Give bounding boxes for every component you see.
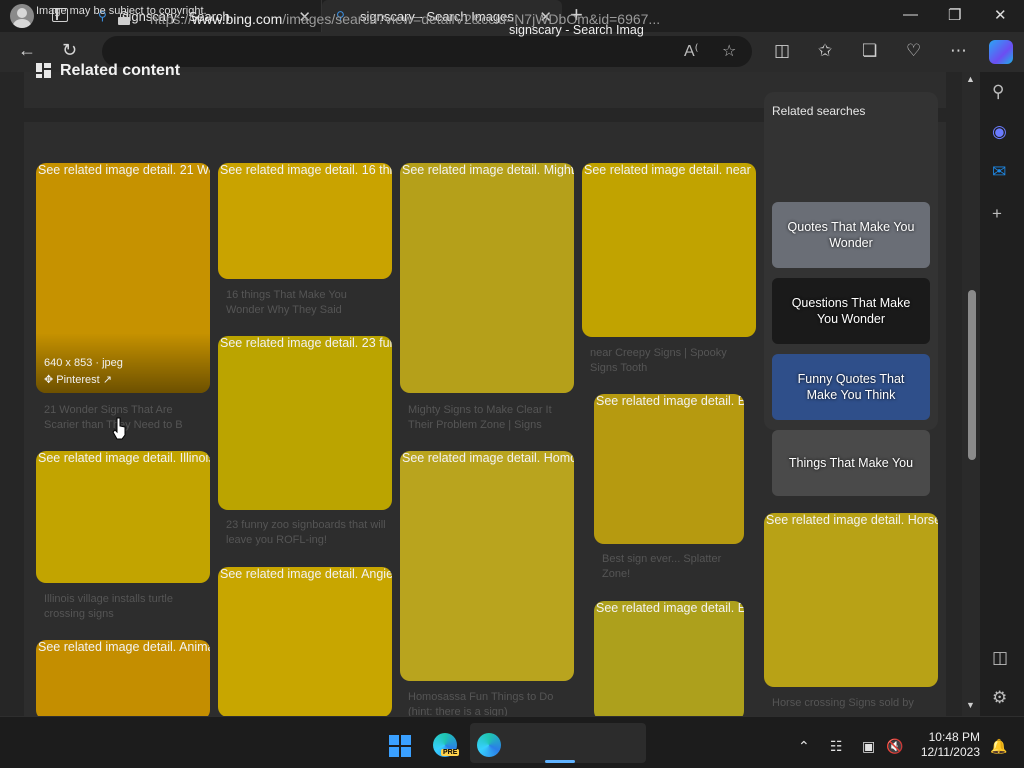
image-caption[interactable]: 23 funny zoo signboards that will leave … bbox=[226, 518, 386, 548]
refresh-icon[interactable]: ↻ bbox=[62, 40, 77, 61]
related-image-tile[interactable]: See related image detail. Angier Photos … bbox=[218, 567, 392, 717]
more-menu-icon[interactable]: ⋯ bbox=[950, 41, 967, 61]
image-alt-text: See related image detail. Mighty bbox=[402, 163, 574, 177]
related-search-item[interactable]: Funny Quotes That Make You Think bbox=[772, 354, 930, 420]
hide-sidebar-icon[interactable]: ◫ bbox=[992, 648, 1008, 668]
edge-app-icon bbox=[477, 733, 501, 757]
image-alt-text: See related image detail. Animal Ark New… bbox=[38, 640, 210, 654]
related-image-tile[interactable]: See related image detail. Mighty bbox=[400, 163, 574, 393]
related-image-tile[interactable]: See related image detail. Animal Ark New… bbox=[36, 640, 210, 720]
scroll-up-icon[interactable]: ▲ bbox=[966, 74, 975, 84]
related-search-item[interactable]: Questions That Make You Wonder bbox=[772, 278, 930, 344]
related-image-tile[interactable]: See related image detail. Horse bbox=[764, 513, 938, 687]
notification-bell-icon[interactable]: 🔔 bbox=[990, 738, 1007, 755]
browser-essentials-icon[interactable]: ♡ bbox=[906, 41, 921, 61]
image-alt-text: See related image detail. Illinois villa… bbox=[38, 451, 210, 465]
related-search-item[interactable]: Things That Make You bbox=[772, 430, 930, 496]
collections-icon[interactable]: ❏ bbox=[862, 41, 877, 61]
address-bar[interactable] bbox=[102, 36, 752, 67]
image-alt-text: See related image detail. Emerald Resort… bbox=[596, 601, 744, 615]
edge-pre-badge: PRE bbox=[441, 749, 460, 756]
image-caption[interactable]: 16 things That Make You Wonder Why They … bbox=[226, 288, 386, 318]
clock[interactable]: 10:48 PM 12/11/2023 bbox=[918, 730, 980, 760]
windows-start-icon[interactable] bbox=[389, 735, 411, 757]
image-caption[interactable]: near Creepy Signs | Spooky Signs Tooth bbox=[590, 346, 750, 376]
taskbar-active-app-label: signscary - Search Imag bbox=[509, 23, 644, 37]
copyright-note: Image may be subject to copyright. bbox=[36, 5, 207, 17]
outlook-icon[interactable]: ✉ bbox=[992, 162, 1006, 182]
favorite-star-icon[interactable]: ☆ bbox=[722, 41, 736, 61]
split-screen-icon[interactable]: ◫ bbox=[774, 41, 790, 61]
related-search-item[interactable]: Quotes That Make You Wonder bbox=[772, 202, 930, 268]
related-image-tile[interactable]: See related image detail. Homosassa Fun … bbox=[400, 451, 574, 681]
back-arrow-icon[interactable]: ← bbox=[18, 40, 36, 61]
profile-avatar-icon[interactable] bbox=[10, 4, 34, 28]
copilot-icon[interactable] bbox=[989, 40, 1013, 64]
scrollbar-thumb[interactable] bbox=[968, 290, 976, 460]
copilot-sidebar-icon[interactable]: ◉ bbox=[992, 122, 1007, 142]
image-caption[interactable]: Mighty Signs to Make Clear It Their Prob… bbox=[408, 403, 568, 433]
image-caption[interactable]: Best sign ever... Splatter Zone! bbox=[602, 552, 742, 582]
image-caption[interactable]: Horse crossing Signs sold by bbox=[772, 696, 932, 711]
image-alt-text: See related image detail. Angier Photos … bbox=[220, 567, 392, 581]
time: 10:48 PM bbox=[928, 730, 980, 744]
related-image-tile[interactable]: See related image detail. Emerald Resort… bbox=[594, 601, 744, 721]
close-window-icon[interactable]: ✕ bbox=[994, 6, 1007, 24]
favorites-icon[interactable]: ✩ bbox=[818, 41, 832, 61]
active-indicator bbox=[545, 760, 575, 763]
related-image-tile[interactable]: See related image detail. 23 funny zoo s… bbox=[218, 336, 392, 510]
minimize-icon[interactable]: — bbox=[903, 6, 918, 23]
related-image-tile[interactable]: See related image detail. near bbox=[582, 163, 756, 337]
related-image-tile[interactable]: See related image detail. 16 things That… bbox=[218, 163, 392, 279]
image-source-link[interactable]: ✥ Pinterest ↗ bbox=[44, 373, 112, 386]
restore-icon[interactable]: ❐ bbox=[948, 6, 961, 24]
add-sidebar-app-icon[interactable]: + bbox=[992, 204, 1002, 224]
image-alt-text: See related image detail. 23 funny zoo s… bbox=[220, 336, 392, 350]
volume-muted-icon[interactable]: 🔇 bbox=[886, 738, 903, 755]
network-icon[interactable]: ☷ bbox=[830, 738, 843, 755]
image-alt-text: See related image detail. near bbox=[584, 163, 751, 177]
image-alt-text: See related image detail. Best sign ever… bbox=[596, 394, 744, 408]
search-icon[interactable]: ⚲ bbox=[992, 82, 1004, 102]
related-image-tile[interactable]: See related image detail. Illinois villa… bbox=[36, 451, 210, 583]
related-searches-title: Related searches bbox=[772, 104, 866, 118]
image-alt-text: See related image detail. 21 Wonder Sign… bbox=[38, 163, 210, 177]
related-image-tile[interactable]: See related image detail. Best sign ever… bbox=[594, 394, 744, 544]
image-caption[interactable]: Illinois village installs turtle crossin… bbox=[44, 592, 204, 622]
image-alt-text: See related image detail. Horse bbox=[766, 513, 938, 527]
grid-icon bbox=[36, 63, 51, 78]
scroll-down-icon[interactable]: ▼ bbox=[966, 700, 975, 710]
taskbar: PRE ⌃ ☷ ▣ 🔇 10:48 PM 12/11/2023 🔔 bbox=[0, 716, 1024, 768]
hand-cursor-icon bbox=[112, 417, 126, 440]
image-meta: 640 x 853 · jpeg bbox=[44, 357, 123, 369]
settings-gear-icon[interactable]: ⚙ bbox=[992, 688, 1007, 708]
image-alt-text: See related image detail. Homosassa Fun … bbox=[402, 451, 574, 465]
related-content-title: Related content bbox=[60, 62, 181, 79]
date: 12/11/2023 bbox=[920, 745, 980, 759]
image-alt-text: See related image detail. 16 things That… bbox=[220, 163, 392, 177]
read-aloud-icon[interactable]: A⁽ bbox=[684, 41, 699, 61]
display-icon[interactable]: ▣ bbox=[862, 738, 875, 755]
chevron-up-icon[interactable]: ⌃ bbox=[798, 738, 810, 755]
